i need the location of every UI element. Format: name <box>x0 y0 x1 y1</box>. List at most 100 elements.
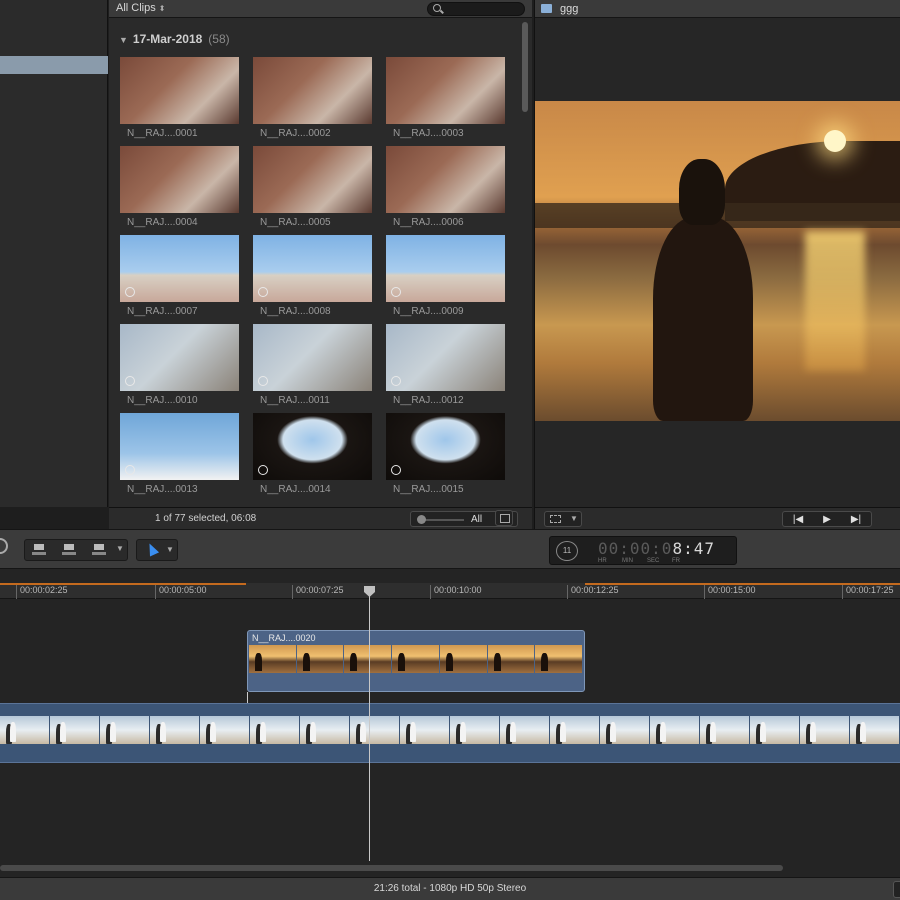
corner-button[interactable] <box>893 881 900 898</box>
filmstrip-frame <box>50 716 99 744</box>
clip-thumbnail[interactable] <box>253 146 372 213</box>
clip-filter-label: All Clips <box>116 2 156 14</box>
skimmer-ring-icon <box>125 287 135 297</box>
filmstrip-frame <box>200 716 249 744</box>
connect-clip-icon[interactable] <box>29 543 51 557</box>
clip-thumbnail[interactable] <box>253 324 372 391</box>
sun <box>824 130 846 152</box>
search-icon <box>433 4 441 12</box>
clip-thumbnail-image <box>386 146 505 213</box>
tc-unit-hr: HR <box>598 558 607 564</box>
final-cut-pro-window: All Clips ⬍ ▼ 17-Mar-2018 (58) N__RAJ....00… <box>0 0 900 900</box>
chevron-down-icon: ▼ <box>166 545 174 554</box>
ruler-range-bar <box>0 583 246 585</box>
browser-scrollbar[interactable] <box>522 22 528 112</box>
dashboard-timecode[interactable]: 11 00:00:08:47 HR MIN SEC FR <box>549 536 737 565</box>
clip-browser: All Clips ⬍ ▼ 17-Mar-2018 (58) N__RAJ....00… <box>109 0 532 507</box>
selected-event-row[interactable] <box>0 56 108 74</box>
ruler-tick: 00:00:17:25 <box>842 585 894 599</box>
clip-name: N__RAJ....0002 <box>260 128 331 139</box>
filmstrip-frame <box>350 716 399 744</box>
storyline-filmstrip <box>0 716 900 744</box>
filmstrip-frame <box>750 716 799 744</box>
chevron-down-icon[interactable]: ▼ <box>116 544 124 553</box>
skimmer-ring-icon <box>258 376 268 386</box>
clapperboard-icon <box>541 4 552 13</box>
filmstrip-frame <box>300 716 349 744</box>
connected-clip[interactable]: N__RAJ....0020 <box>247 630 585 692</box>
zoom-slider-knob[interactable] <box>417 515 426 524</box>
timecode-value: 00:00:08:47 <box>598 539 715 558</box>
filmstrip-frame <box>850 716 899 744</box>
insert-clip-icon[interactable] <box>59 543 81 557</box>
clip-name: N__RAJ....0015 <box>393 484 464 495</box>
filmstrip-frame <box>800 716 849 744</box>
filmstrip-frame <box>550 716 599 744</box>
clip-thumbnail[interactable] <box>120 146 239 213</box>
clip-appearance-icon[interactable] <box>495 510 513 526</box>
append-clip-icon[interactable] <box>89 543 111 557</box>
clip-filter-popup[interactable]: All Clips ⬍ <box>116 2 165 14</box>
clip-thumbnail[interactable] <box>120 235 239 302</box>
filmstrip-frame <box>650 716 699 744</box>
clip-thumbnail-image <box>386 413 505 480</box>
transform-icon <box>550 515 561 523</box>
timeline-scrollbar[interactable] <box>0 865 783 871</box>
silhouette-head <box>679 159 725 225</box>
woman-silhouette <box>643 159 763 421</box>
primary-storyline-clip[interactable] <box>0 703 900 763</box>
filmstrip-frame <box>535 645 583 673</box>
ruler-tick: 00:00:15:00 <box>704 585 756 599</box>
clip-name: N__RAJ....0004 <box>127 217 198 228</box>
timeline: 00:00:02:25 00:00:05:00 00:00:07:25 00:0… <box>0 569 900 877</box>
timeline-ruler[interactable]: 00:00:02:25 00:00:05:00 00:00:07:25 00:0… <box>0 583 900 599</box>
timeline-status-bar: 21:26 total - 1080p HD 50p Stereo <box>0 877 900 900</box>
transform-options-button[interactable]: ▼ <box>544 511 582 527</box>
timeline-toolbar: ▼ ▼ 11 00:00:08:47 HR MIN SEC FR <box>0 529 900 569</box>
clip-thumbnail-image <box>253 146 372 213</box>
popup-arrows-icon: ⬍ <box>158 4 166 13</box>
viewer-video-frame[interactable] <box>535 101 900 421</box>
clip-thumbnail[interactable] <box>386 324 505 391</box>
clip-name: N__RAJ....0009 <box>393 306 464 317</box>
play-icon[interactable]: ▶ <box>812 513 842 526</box>
filmstrip-frame <box>0 716 49 744</box>
event-date: 17-Mar-2018 <box>132 32 203 46</box>
timecode-dim: 00:00:0 <box>598 539 673 558</box>
ruler-tick: 00:00:12:25 <box>567 585 619 599</box>
clip-thumbnail-image <box>386 235 505 302</box>
clip-thumbnail[interactable] <box>120 57 239 124</box>
filmstrip-frame <box>296 645 344 673</box>
selection-status: 1 of 77 selected, 06:08 <box>155 513 257 524</box>
tc-unit-min: MIN <box>622 558 633 564</box>
clip-thumbnail-image <box>120 235 239 302</box>
clip-thumbnail-image <box>120 146 239 213</box>
clip-thumbnail[interactable] <box>386 57 505 124</box>
skimmer-ring-icon <box>258 465 268 475</box>
zoom-all-label[interactable]: All <box>471 514 482 525</box>
clip-thumbnail[interactable] <box>120 324 239 391</box>
clip-thumbnail[interactable] <box>253 413 372 480</box>
clip-thumbnail[interactable] <box>253 235 372 302</box>
clip-thumbnail[interactable] <box>253 57 372 124</box>
ruler-tick: 00:00:02:25 <box>16 585 68 599</box>
clip-name: N__RAJ....0013 <box>127 484 198 495</box>
browser-search-field[interactable] <box>427 2 525 16</box>
playhead[interactable] <box>369 586 370 861</box>
next-frame-icon[interactable]: ▶| <box>841 513 871 526</box>
clip-thumbnail[interactable] <box>120 413 239 480</box>
clip-thumbnail[interactable] <box>386 235 505 302</box>
skimmer-ring-icon <box>391 287 401 297</box>
clip-name: N__RAJ....0008 <box>260 306 331 317</box>
disclosure-triangle-icon[interactable]: ▼ <box>119 35 128 45</box>
clip-thumbnail-image <box>386 324 505 391</box>
event-date-header[interactable]: ▼ 17-Mar-2018 (58) <box>119 32 230 46</box>
filmstrip-frame <box>150 716 199 744</box>
clip-thumbnail[interactable] <box>386 413 505 480</box>
silhouette-body <box>653 217 753 421</box>
magnifier-icon[interactable] <box>0 538 8 554</box>
previous-frame-icon[interactable]: |◀ <box>783 513 813 526</box>
select-tool-menu[interactable]: ▼ <box>136 539 178 561</box>
clip-thumbnail[interactable] <box>386 146 505 213</box>
clip-thumbnail-image <box>253 324 372 391</box>
